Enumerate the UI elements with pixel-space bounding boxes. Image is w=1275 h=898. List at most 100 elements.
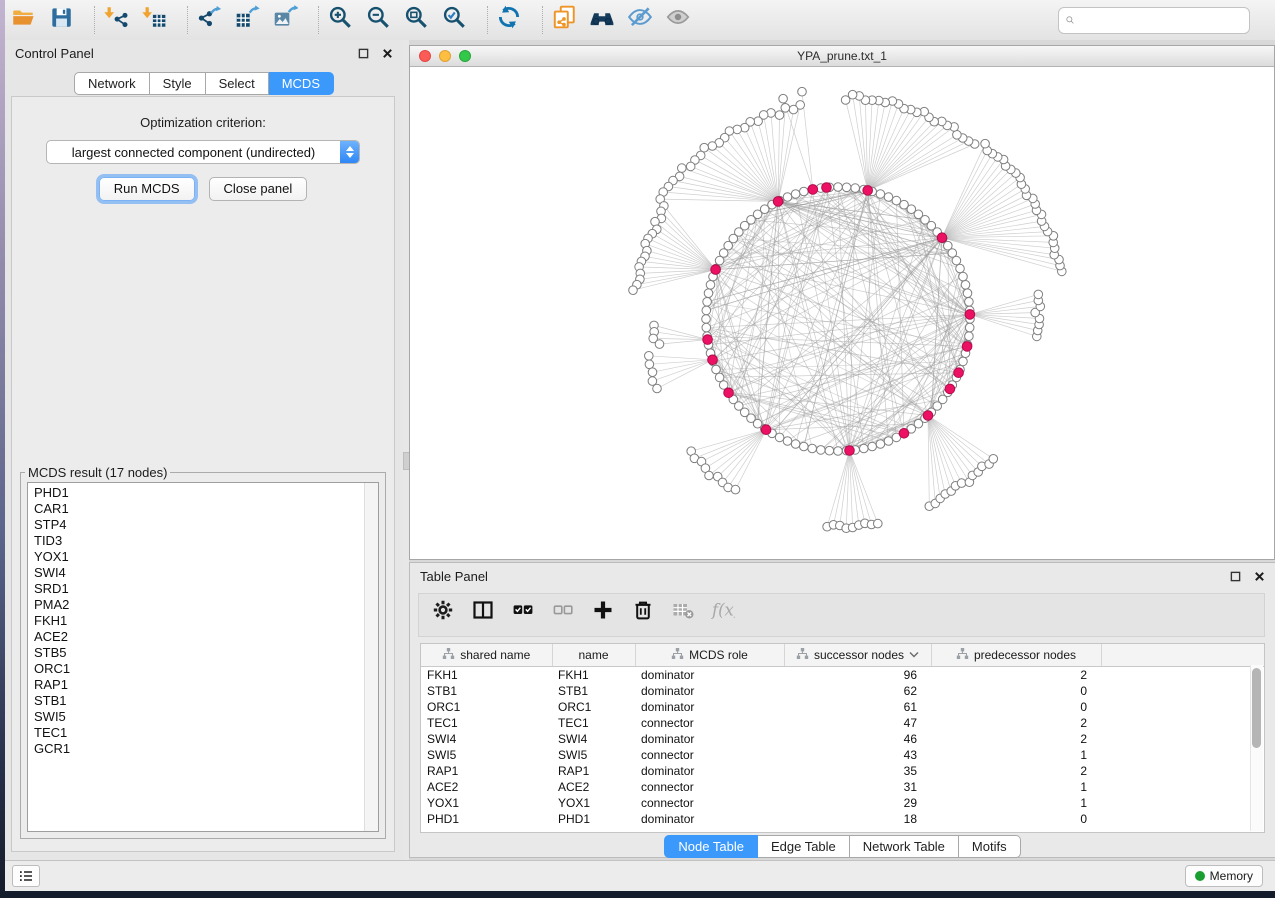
table-cell[interactable]: SWI4 (552, 731, 635, 747)
table-cell[interactable]: FKH1 (552, 667, 635, 684)
table-cell[interactable]: dominator (635, 811, 784, 827)
network-edge[interactable] (970, 314, 1039, 324)
network-node[interactable] (956, 264, 965, 273)
table-row[interactable]: FKH1FKH1dominator962 (421, 667, 1265, 684)
table-row[interactable]: SWI4SWI4dominator462 (421, 731, 1265, 747)
mcds-result-item[interactable]: STB5 (34, 645, 378, 661)
network-node[interactable] (860, 444, 869, 453)
network-edge[interactable] (942, 238, 1055, 249)
network-node[interactable] (965, 298, 974, 307)
tab-edge-table[interactable]: Edge Table (758, 835, 850, 858)
mcds-node[interactable] (937, 233, 947, 243)
mcds-result-item[interactable]: YOX1 (34, 549, 378, 565)
network-edge[interactable] (942, 238, 1059, 260)
network-node[interactable] (702, 323, 711, 332)
table-cell[interactable]: 62 (784, 683, 931, 699)
table-cell[interactable]: SWI5 (552, 747, 635, 763)
table-cell[interactable]: ORC1 (552, 699, 635, 715)
network-node[interactable] (965, 332, 974, 341)
network-node[interactable] (800, 187, 809, 196)
close-panel-button[interactable]: Close panel (209, 177, 308, 201)
network-node[interactable] (789, 105, 798, 114)
window-close-icon[interactable] (419, 50, 431, 62)
mcds-result-item[interactable]: STP4 (34, 517, 378, 533)
add-column-button[interactable] (591, 598, 625, 632)
network-node[interactable] (963, 289, 972, 298)
network-edge[interactable] (694, 430, 766, 459)
network-window-titlebar[interactable]: YPA_prune.txt_1 (410, 46, 1274, 67)
table-cell[interactable]: 2 (931, 763, 1101, 779)
network-node[interactable] (703, 298, 712, 307)
column-header-successor-nodes[interactable]: successor nodes (784, 644, 931, 667)
network-node[interactable] (876, 190, 885, 199)
network-edge[interactable] (868, 122, 935, 191)
table-cell[interactable]: dominator (635, 667, 784, 684)
zoom-selected-button[interactable] (441, 4, 479, 36)
mcds-result-item[interactable]: ACE2 (34, 629, 378, 645)
table-cell[interactable]: 18 (784, 811, 931, 827)
network-edge[interactable] (716, 270, 847, 451)
table-row[interactable]: RAP1RAP1dominator352 (421, 763, 1265, 779)
table-cell[interactable]: 61 (784, 699, 931, 715)
run-mcds-button[interactable]: Run MCDS (99, 177, 195, 201)
task-history-button[interactable] (12, 865, 40, 887)
table-cell[interactable]: PHD1 (552, 811, 635, 827)
table-row[interactable]: ACE2ACE2connector311 (421, 779, 1265, 795)
network-node[interactable] (841, 96, 850, 105)
network-node[interactable] (702, 306, 711, 315)
network-node[interactable] (959, 357, 968, 366)
export-image-button[interactable] (272, 4, 310, 36)
mcds-node[interactable] (724, 388, 734, 398)
table-cell[interactable]: 43 (784, 747, 931, 763)
deselect-all-button[interactable] (551, 598, 585, 632)
network-node[interactable] (957, 479, 966, 488)
network-node[interactable] (708, 142, 717, 151)
table-cell[interactable]: 31 (784, 779, 931, 795)
table-row[interactable]: STB1STB1dominator620 (421, 683, 1265, 699)
network-node[interactable] (868, 442, 877, 451)
network-edge[interactable] (728, 430, 766, 488)
mcds-node[interactable] (945, 384, 955, 394)
table-cell[interactable]: STB1 (552, 683, 635, 699)
search-input[interactable] (1076, 11, 1249, 31)
table-cell[interactable]: 2 (931, 731, 1101, 747)
tab-mcds[interactable]: MCDS (269, 72, 334, 95)
mcds-result-item[interactable]: STB1 (34, 693, 378, 709)
table-cell[interactable]: connector (635, 715, 784, 731)
table-row[interactable]: TEC1TEC1connector472 (421, 715, 1265, 731)
panel-columns-button[interactable] (471, 598, 505, 632)
mcds-result-item[interactable]: CAR1 (34, 501, 378, 517)
network-node[interactable] (648, 368, 657, 377)
mcds-node[interactable] (761, 425, 771, 435)
network-edge[interactable] (649, 356, 713, 360)
table-cell[interactable]: FKH1 (421, 667, 552, 684)
table-cell[interactable]: connector (635, 747, 784, 763)
table-cell[interactable]: 46 (784, 731, 931, 747)
show-all-button[interactable] (665, 4, 703, 36)
table-cell[interactable]: 29 (784, 795, 931, 811)
tab-node-table[interactable]: Node Table (664, 835, 758, 858)
network-edge[interactable] (706, 238, 942, 328)
mcds-node[interactable] (703, 335, 713, 345)
network-edge[interactable] (719, 143, 778, 202)
column-header-shared-name[interactable]: shared name (421, 644, 552, 667)
window-maximize-icon[interactable] (459, 50, 471, 62)
tab-network[interactable]: Network (74, 72, 150, 95)
mcds-node[interactable] (708, 355, 718, 365)
network-node[interactable] (834, 447, 843, 456)
network-node[interactable] (842, 183, 851, 192)
network-node[interactable] (655, 340, 664, 349)
network-edge[interactable] (657, 229, 716, 269)
table-cell[interactable]: 0 (931, 683, 1101, 699)
network-node[interactable] (884, 193, 893, 202)
table-row[interactable]: PHD1PHD1dominator180 (421, 811, 1265, 827)
zoom-in-button[interactable] (327, 4, 365, 36)
network-edge[interactable] (868, 109, 904, 191)
mcds-result-item[interactable]: SWI5 (34, 709, 378, 725)
window-minimize-icon[interactable] (439, 50, 451, 62)
network-node[interactable] (825, 446, 834, 455)
mcds-list-scrollbar[interactable] (364, 483, 378, 831)
network-node[interactable] (800, 442, 809, 451)
table-cell[interactable]: 2 (931, 715, 1101, 731)
table-cell[interactable]: STB1 (421, 683, 552, 699)
